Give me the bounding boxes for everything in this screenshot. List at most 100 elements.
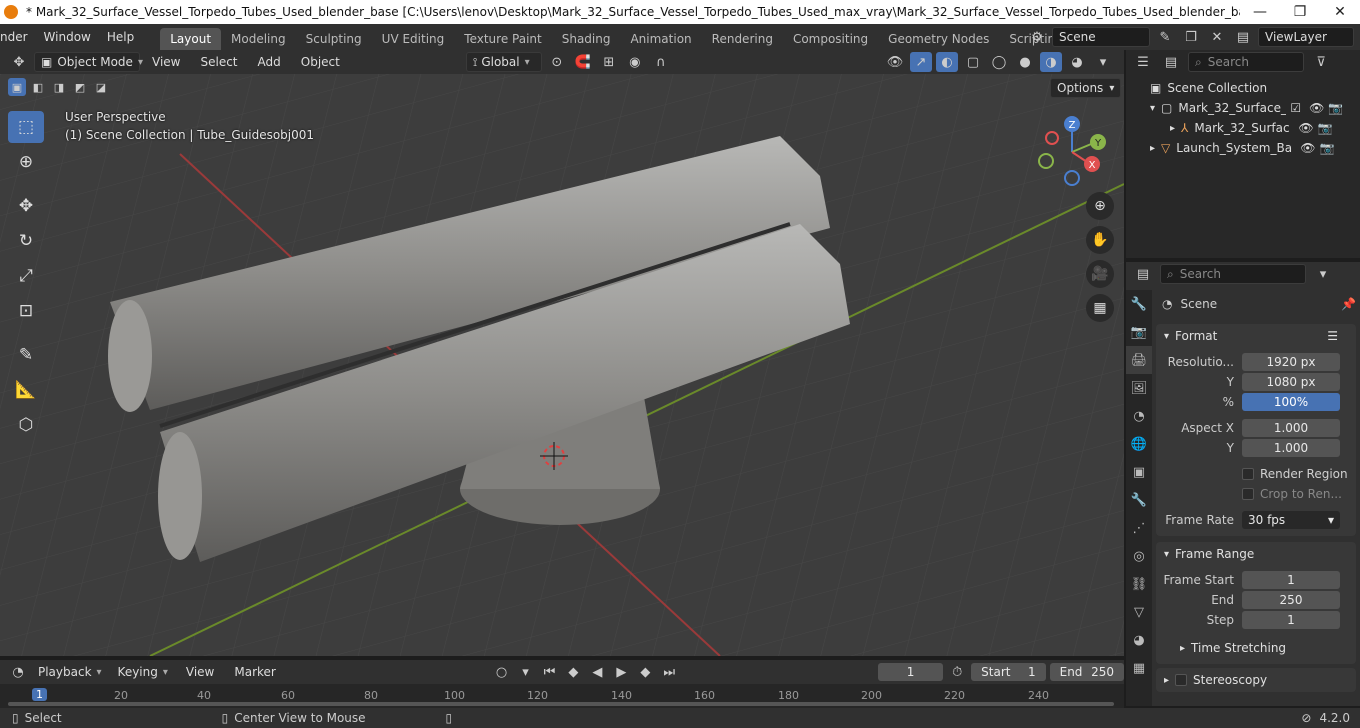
xray-icon[interactable]: ▢ [962,52,984,72]
data-tab-icon[interactable]: ▽ [1126,598,1152,626]
render-region-checkbox[interactable] [1242,468,1254,480]
properties-search-input[interactable]: ⌕ Search [1160,264,1306,284]
view-layer-tab-icon[interactable]: 🖼 [1126,374,1152,402]
resolution-x-field[interactable]: 1920 px [1242,353,1340,371]
record-icon[interactable]: ○ [492,662,512,682]
timeline-scrollbar[interactable] [8,702,1114,706]
camera-icon[interactable]: 📷 [1320,141,1335,155]
outliner-scene-collection[interactable]: ▣ Scene Collection [1126,78,1360,98]
timeline-start-field[interactable]: Start 1 [971,663,1046,681]
tab-texture-paint[interactable]: Texture Paint [454,28,551,50]
modifier-tab-icon[interactable]: 🔧 [1126,486,1152,514]
time-stretching-header[interactable]: ▸ Time Stretching [1156,636,1356,660]
shading-options-icon[interactable]: ▾ [1092,52,1114,72]
chevron-right-icon[interactable]: ▸ [1170,123,1175,134]
stereoscopy-header[interactable]: ▸ Stereoscopy [1156,668,1356,692]
physics-tab-icon[interactable]: ◎ [1126,542,1152,570]
minimize-button[interactable]: — [1240,4,1280,20]
camera-icon[interactable]: 📷 [1318,121,1333,135]
tab-animation[interactable]: Animation [620,28,701,50]
menu-view[interactable]: View [144,49,188,75]
pin-icon[interactable]: ✎ [1154,27,1176,47]
format-panel-header[interactable]: ▾ Format ☰ [1156,324,1356,348]
playback-dropdown[interactable]: Playback [32,662,108,682]
particles-tab-icon[interactable]: ⋰ [1126,514,1152,542]
proportional-edit-icon[interactable]: ◉ [624,52,646,72]
timeline-end-field[interactable]: End 250 [1049,663,1125,681]
chevron-right-icon[interactable]: ▸ [1150,143,1155,154]
outliner-editor-icon[interactable]: ☰ [1132,52,1154,72]
annotate-tool-icon[interactable]: ✎ [8,339,44,371]
texture-tab-icon[interactable]: ▦ [1126,654,1152,682]
add-cube-tool-icon[interactable]: ⬡ [8,409,44,441]
select-subtract-icon[interactable]: ◨ [50,78,68,96]
tab-shading[interactable]: Shading [552,28,621,50]
viewlayer-icon[interactable]: ▤ [1232,27,1254,47]
tab-layout[interactable]: Layout [160,28,222,50]
select-intersect-icon[interactable]: ◪ [92,78,110,96]
gizmo-toggle-icon[interactable]: ↗ [910,52,932,72]
timeline-view-menu[interactable]: View [178,659,222,685]
frame-step-field[interactable]: 1 [1242,611,1340,629]
new-scene-icon[interactable]: ❐ [1180,27,1202,47]
play-icon[interactable]: ▶ [611,662,631,682]
timeline-ruler[interactable]: 1 20 40 60 80 100 120 140 160 180 200 22… [0,684,1124,708]
next-keyframe-icon[interactable]: ◆ [635,662,655,682]
tab-geometry-nodes[interactable]: Geometry Nodes [878,28,999,50]
tab-modeling[interactable]: Modeling [221,28,296,50]
outliner-filter-icon[interactable]: ▤ [1160,52,1182,72]
frame-start-field[interactable]: 1 [1242,571,1340,589]
camera-view-icon[interactable]: 🎥 [1086,260,1114,288]
render-tab-icon[interactable]: 📷 [1126,318,1152,346]
pin-icon[interactable]: 📌 [1341,297,1356,311]
select-box-tool-icon[interactable]: ⬚ [8,111,44,143]
cursor-tool-icon[interactable]: ⊕ [8,146,44,178]
overlay-toggle-icon[interactable]: ◐ [936,52,958,72]
resolution-percent-slider[interactable]: 100% [1242,393,1340,411]
aspect-x-field[interactable]: 1.000 [1242,419,1340,437]
menu-object[interactable]: Object [293,49,348,75]
close-button[interactable]: ✕ [1320,4,1360,20]
outliner-item[interactable]: ▾ ▢ Mark_32_Surface_V ☑ 👁 📷 [1126,98,1360,118]
chevron-down-icon[interactable]: ▾ [1150,103,1155,114]
pivot-point-icon[interactable]: ⊙ [546,52,568,72]
presets-list-icon[interactable]: ☰ [1327,329,1338,343]
object-tab-icon[interactable]: ▣ [1126,458,1152,486]
current-frame-field[interactable]: 1 [877,663,944,681]
play-reverse-icon[interactable]: ◀ [587,662,607,682]
scale-tool-icon[interactable]: ⤢ [8,260,44,292]
camera-icon[interactable]: 📷 [1328,101,1343,115]
tab-sculpting[interactable]: Sculpting [296,28,372,50]
menu-add[interactable]: Add [250,49,289,75]
transform-orientation-dropdown[interactable]: ⟟ Global [465,52,542,72]
render-region-row[interactable]: Render Region [1156,464,1356,484]
pan-hand-icon[interactable]: ✋ [1086,226,1114,254]
menu-select[interactable]: Select [192,49,245,75]
transform-tool-icon[interactable]: ⊡ [8,295,44,327]
scene-tab-icon[interactable]: ◔ [1126,402,1152,430]
stereoscopy-checkbox[interactable] [1175,674,1188,686]
constraints-tab-icon[interactable]: ⛓ [1126,570,1152,598]
outliner-item[interactable]: ▸ ⅄ Mark_32_Surfac 👁 📷 [1126,118,1360,138]
move-tool-icon[interactable]: ✥ [8,190,44,222]
menu-help[interactable]: Help [99,24,142,50]
snap-target-icon[interactable]: ⊞ [598,52,620,72]
timeline-editor-icon[interactable]: ◔ [8,662,28,682]
crop-row[interactable]: Crop to Ren... [1156,484,1356,504]
prev-keyframe-icon[interactable]: ◆ [563,662,583,682]
select-invert-icon[interactable]: ◩ [71,78,89,96]
eye-icon[interactable]: 👁 [1300,141,1315,155]
scene-icon[interactable]: ⚙ [1026,27,1048,47]
material-tab-icon[interactable]: ◕ [1126,626,1152,654]
menu-window[interactable]: Window [36,24,99,50]
measure-tool-icon[interactable]: 📐 [8,374,44,406]
falloff-icon[interactable]: ∩ [650,52,672,72]
output-tab-icon[interactable]: 🖨 [1126,346,1152,374]
wireframe-shading-icon[interactable]: ◯ [988,52,1010,72]
tab-compositing[interactable]: Compositing [783,28,878,50]
chevron-down-icon[interactable]: ▾ [1312,264,1334,284]
frame-end-field[interactable]: 250 [1242,591,1340,609]
delete-scene-icon[interactable]: ✕ [1206,27,1228,47]
gizmo-neg-z[interactable] [1064,170,1080,186]
snap-icon[interactable]: 🧲 [572,52,594,72]
